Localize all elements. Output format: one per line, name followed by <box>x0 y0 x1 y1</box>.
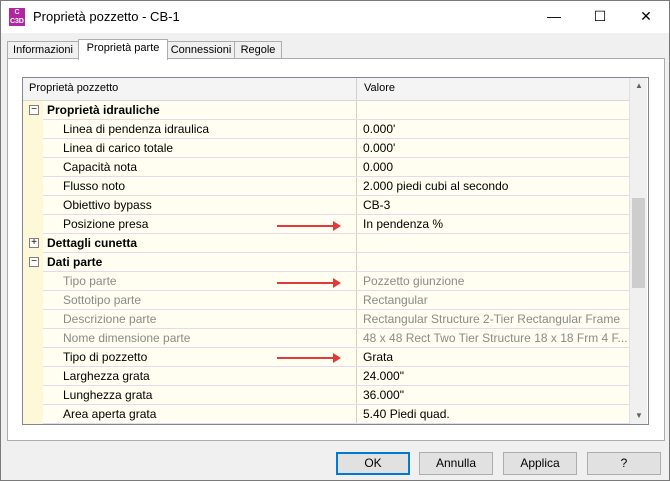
category-label: Dettagli cunetta <box>47 236 138 250</box>
property-value[interactable]: 5.40 Piedi quad. <box>356 405 629 423</box>
ok-button[interactable]: OK <box>336 452 410 475</box>
property-label: Posizione presa <box>63 217 149 231</box>
maximize-button[interactable]: ☐ <box>577 1 623 33</box>
property-value[interactable]: 36.000" <box>356 386 629 404</box>
column-header-name: Proprietà pozzetto <box>29 82 119 94</box>
property-label: Nome dimensione parte <box>63 331 191 345</box>
vertical-scrollbar[interactable]: ▲ ▼ <box>629 78 647 424</box>
tab-proprieta-parte[interactable]: Proprietà parte <box>78 39 168 60</box>
close-button[interactable]: ✕ <box>623 1 669 33</box>
property-label: Descrizione parte <box>63 312 157 326</box>
annotation-arrow <box>277 221 341 231</box>
category-label: Proprietà idrauliche <box>47 103 160 117</box>
property-label: Linea di carico totale <box>63 141 174 155</box>
property-row[interactable]: Obiettivo bypass CB-3 <box>23 196 629 215</box>
collapse-icon[interactable]: − <box>29 257 39 267</box>
collapse-icon[interactable]: − <box>29 105 39 115</box>
property-row: Nome dimensione parte 48 x 48 Rect Two T… <box>23 329 629 348</box>
title-bar: C C3D Proprietà pozzetto - CB-1 — ☐ ✕ <box>1 1 669 33</box>
property-grid[interactable]: Proprietà pozzetto Valore − Proprietà id… <box>22 77 649 425</box>
scroll-down-icon[interactable]: ▼ <box>633 411 645 420</box>
property-label: Capacità nota <box>63 160 138 174</box>
category-label: Dati parte <box>47 255 103 269</box>
property-label: Tipo di pozzetto <box>63 350 148 364</box>
property-label: Tipo parte <box>63 274 117 288</box>
property-value: Rectangular <box>356 291 629 309</box>
apply-button[interactable]: Applica <box>503 452 577 475</box>
category-row-dettagli-cunetta[interactable]: + Dettagli cunetta <box>23 234 629 253</box>
property-value[interactable]: Grata <box>356 348 629 366</box>
category-row-dati-parte[interactable]: − Dati parte <box>23 253 629 272</box>
property-row[interactable]: Linea di carico totale 0.000' <box>23 139 629 158</box>
annotation-arrow <box>277 278 341 288</box>
property-label: Obiettivo bypass <box>63 198 152 212</box>
property-label: Larghezza grata <box>63 369 150 383</box>
property-label: Linea di pendenza idraulica <box>63 122 210 136</box>
property-label: Area aperta grata <box>63 407 157 421</box>
property-row[interactable]: Flusso noto 2.000 piedi cubi al secondo <box>23 177 629 196</box>
column-header-value: Valore <box>364 82 395 94</box>
properties-dialog: C C3D Proprietà pozzetto - CB-1 — ☐ ✕ Inf… <box>0 0 670 481</box>
property-label: Flusso noto <box>63 179 126 193</box>
property-row[interactable]: Area aperta grata 5.40 Piedi quad. <box>23 405 629 424</box>
property-value[interactable]: 0.000' <box>356 120 629 138</box>
property-value: Pozzetto giunzione <box>356 272 629 290</box>
window-title: Proprietà pozzetto - CB-1 <box>33 9 180 24</box>
property-value[interactable]: In pendenza % <box>356 215 629 233</box>
tab-informazioni[interactable]: Informazioni <box>7 41 79 59</box>
annotation-arrow <box>277 353 341 363</box>
property-row[interactable]: Capacità nota 0.000 <box>23 158 629 177</box>
property-value[interactable]: 24.000" <box>356 367 629 385</box>
property-value: 48 x 48 Rect Two Tier Structure 18 x 18 … <box>356 329 629 347</box>
expand-icon[interactable]: + <box>29 238 39 248</box>
tab-connessioni[interactable]: Connessioni <box>167 41 235 59</box>
property-value[interactable]: 0.000' <box>356 139 629 157</box>
property-row: Descrizione parte Rectangular Structure … <box>23 310 629 329</box>
column-separator[interactable] <box>356 78 357 100</box>
grid-header: Proprietà pozzetto Valore <box>23 78 629 101</box>
property-value: Rectangular Structure 2-Tier Rectangular… <box>356 310 629 328</box>
property-row[interactable]: Larghezza grata 24.000" <box>23 367 629 386</box>
property-row: Sottotipo parte Rectangular <box>23 291 629 310</box>
property-value[interactable]: 0.000 <box>356 158 629 176</box>
tab-regole[interactable]: Regole <box>234 41 282 59</box>
scroll-up-icon[interactable]: ▲ <box>633 81 645 90</box>
minimize-button[interactable]: — <box>531 1 577 33</box>
category-row-proprieta-idrauliche[interactable]: − Proprietà idrauliche <box>23 101 629 120</box>
property-row[interactable]: Linea di pendenza idraulica 0.000' <box>23 120 629 139</box>
property-value[interactable]: CB-3 <box>356 196 629 214</box>
property-label: Sottotipo parte <box>63 293 142 307</box>
help-button[interactable]: ? <box>587 452 661 475</box>
cancel-button[interactable]: Annulla <box>419 452 493 475</box>
grid-rows: − Proprietà idrauliche Linea di pendenza… <box>23 101 629 424</box>
property-label: Lunghezza grata <box>63 388 153 402</box>
property-value[interactable]: 2.000 piedi cubi al secondo <box>356 177 629 195</box>
civil3d-app-icon: C C3D <box>9 8 25 26</box>
property-row[interactable]: Lunghezza grata 36.000" <box>23 386 629 405</box>
scrollbar-thumb[interactable] <box>632 198 645 288</box>
